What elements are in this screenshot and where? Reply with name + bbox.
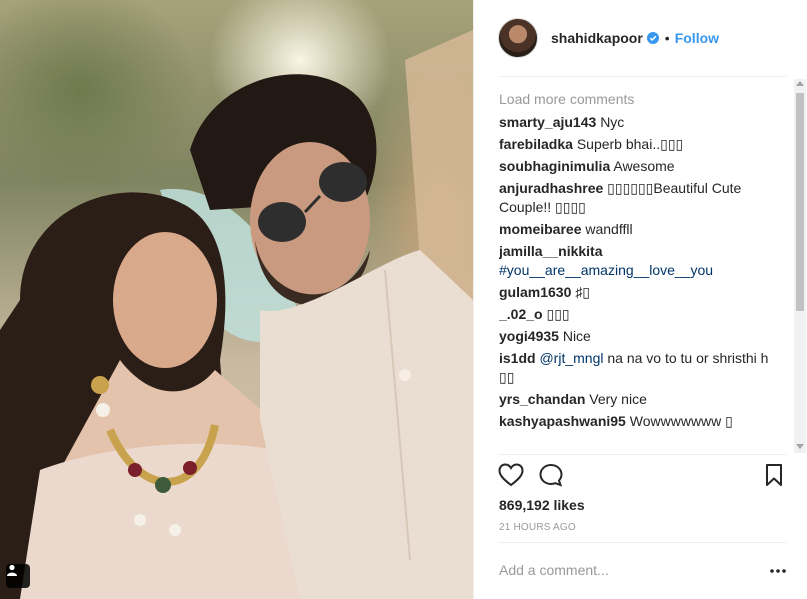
comment-username[interactable]: jamilla__nikkita [499, 243, 603, 259]
comment-username[interactable]: soubhaginimulia [499, 158, 610, 174]
comment-item: kashyapashwani95 Wowwwwwww ▯ [499, 412, 787, 431]
comment-item: _.02_o ▯▯▯ [499, 305, 787, 324]
comment-item: smarty_aju143 Nyc [499, 113, 787, 132]
comment-username[interactable]: yrs_chandan [499, 391, 585, 407]
avatar[interactable] [498, 18, 538, 58]
divider [498, 454, 787, 455]
follow-button[interactable]: Follow [675, 30, 719, 46]
comments-scrollbar[interactable] [794, 79, 806, 453]
post-timestamp[interactable]: 21 HOURS AGO [499, 522, 576, 533]
comment-text: Superb bhai..▯▯▯ [576, 136, 684, 152]
divider [498, 76, 787, 77]
comment-text: wandffll [585, 221, 633, 237]
scroll-up-arrow-icon[interactable] [796, 81, 804, 86]
comment-bubble-icon[interactable] [538, 463, 564, 487]
comment-username[interactable]: yogi4935 [499, 328, 559, 344]
comment-text: Very nice [589, 391, 647, 407]
comment-hashtag-link[interactable]: #you__are__amazing__love__you [499, 262, 713, 278]
comment-item: gulam1630 ♯▯ [499, 283, 787, 302]
scrollbar-thumb[interactable] [796, 93, 804, 311]
comment-username[interactable]: kashyapashwani95 [499, 413, 626, 429]
comment-item: soubhaginimulia Awesome [499, 157, 787, 176]
comment-text: Nyc [600, 114, 625, 130]
load-more-comments-button[interactable]: Load more comments [499, 90, 787, 108]
comment-item: jamilla__nikkita #you__are__amazing__lov… [499, 242, 787, 280]
person-icon [7, 564, 17, 576]
tagged-users-button[interactable] [6, 564, 30, 588]
comment-username[interactable]: momeibaree [499, 221, 581, 237]
verified-badge-icon [646, 32, 659, 44]
comment-item: momeibaree wandffll [499, 220, 787, 239]
post-side-panel: shahidkapoor • Follow Load more comments… [473, 0, 807, 599]
comment-text: ▯▯▯ [546, 306, 570, 322]
username-link[interactable]: shahidkapoor [551, 30, 643, 46]
comment-username[interactable]: farebiladka [499, 136, 573, 152]
comment-item: yogi4935 Nice [499, 327, 787, 346]
post-header: shahidkapoor • Follow [498, 17, 719, 59]
comment-username[interactable]: is1dd [499, 350, 536, 366]
comment-text: Wowwwwwww ▯ [629, 413, 733, 429]
comments-list[interactable]: Load more comments smarty_aju143 Nyc far… [499, 90, 787, 454]
comment-username[interactable]: _.02_o [499, 306, 543, 322]
comment-username[interactable]: gulam1630 [499, 284, 571, 300]
heart-outline-icon[interactable] [498, 463, 524, 487]
divider [498, 542, 787, 543]
separator-dot: • [664, 30, 670, 46]
comment-text: Nice [562, 328, 591, 344]
comment-text: Awesome [613, 158, 675, 174]
comment-text: ♯▯ [575, 284, 590, 300]
likes-count[interactable]: 869,192 likes [499, 497, 585, 513]
post-photo[interactable] [0, 0, 473, 599]
comment-item: is1dd @rjt_mngl na na vo to tu or shrist… [499, 349, 787, 387]
ellipsis-icon[interactable] [770, 568, 786, 574]
bookmark-icon[interactable] [764, 463, 784, 487]
comment-item: anjuradhashree ▯▯▯▯▯▯Beautiful Cute Coup… [499, 179, 787, 217]
add-comment-input[interactable] [499, 560, 729, 580]
post-photo-illustration [0, 30, 473, 599]
comment-username[interactable]: smarty_aju143 [499, 114, 596, 130]
post-actions [498, 463, 788, 491]
scroll-down-arrow-icon[interactable] [796, 444, 804, 449]
comment-item: yrs_chandan Very nice [499, 390, 787, 409]
comment-username[interactable]: anjuradhashree [499, 180, 603, 196]
comment-item: farebiladka Superb bhai..▯▯▯ [499, 135, 787, 154]
comment-mention-link[interactable]: @rjt_mngl [539, 350, 603, 366]
